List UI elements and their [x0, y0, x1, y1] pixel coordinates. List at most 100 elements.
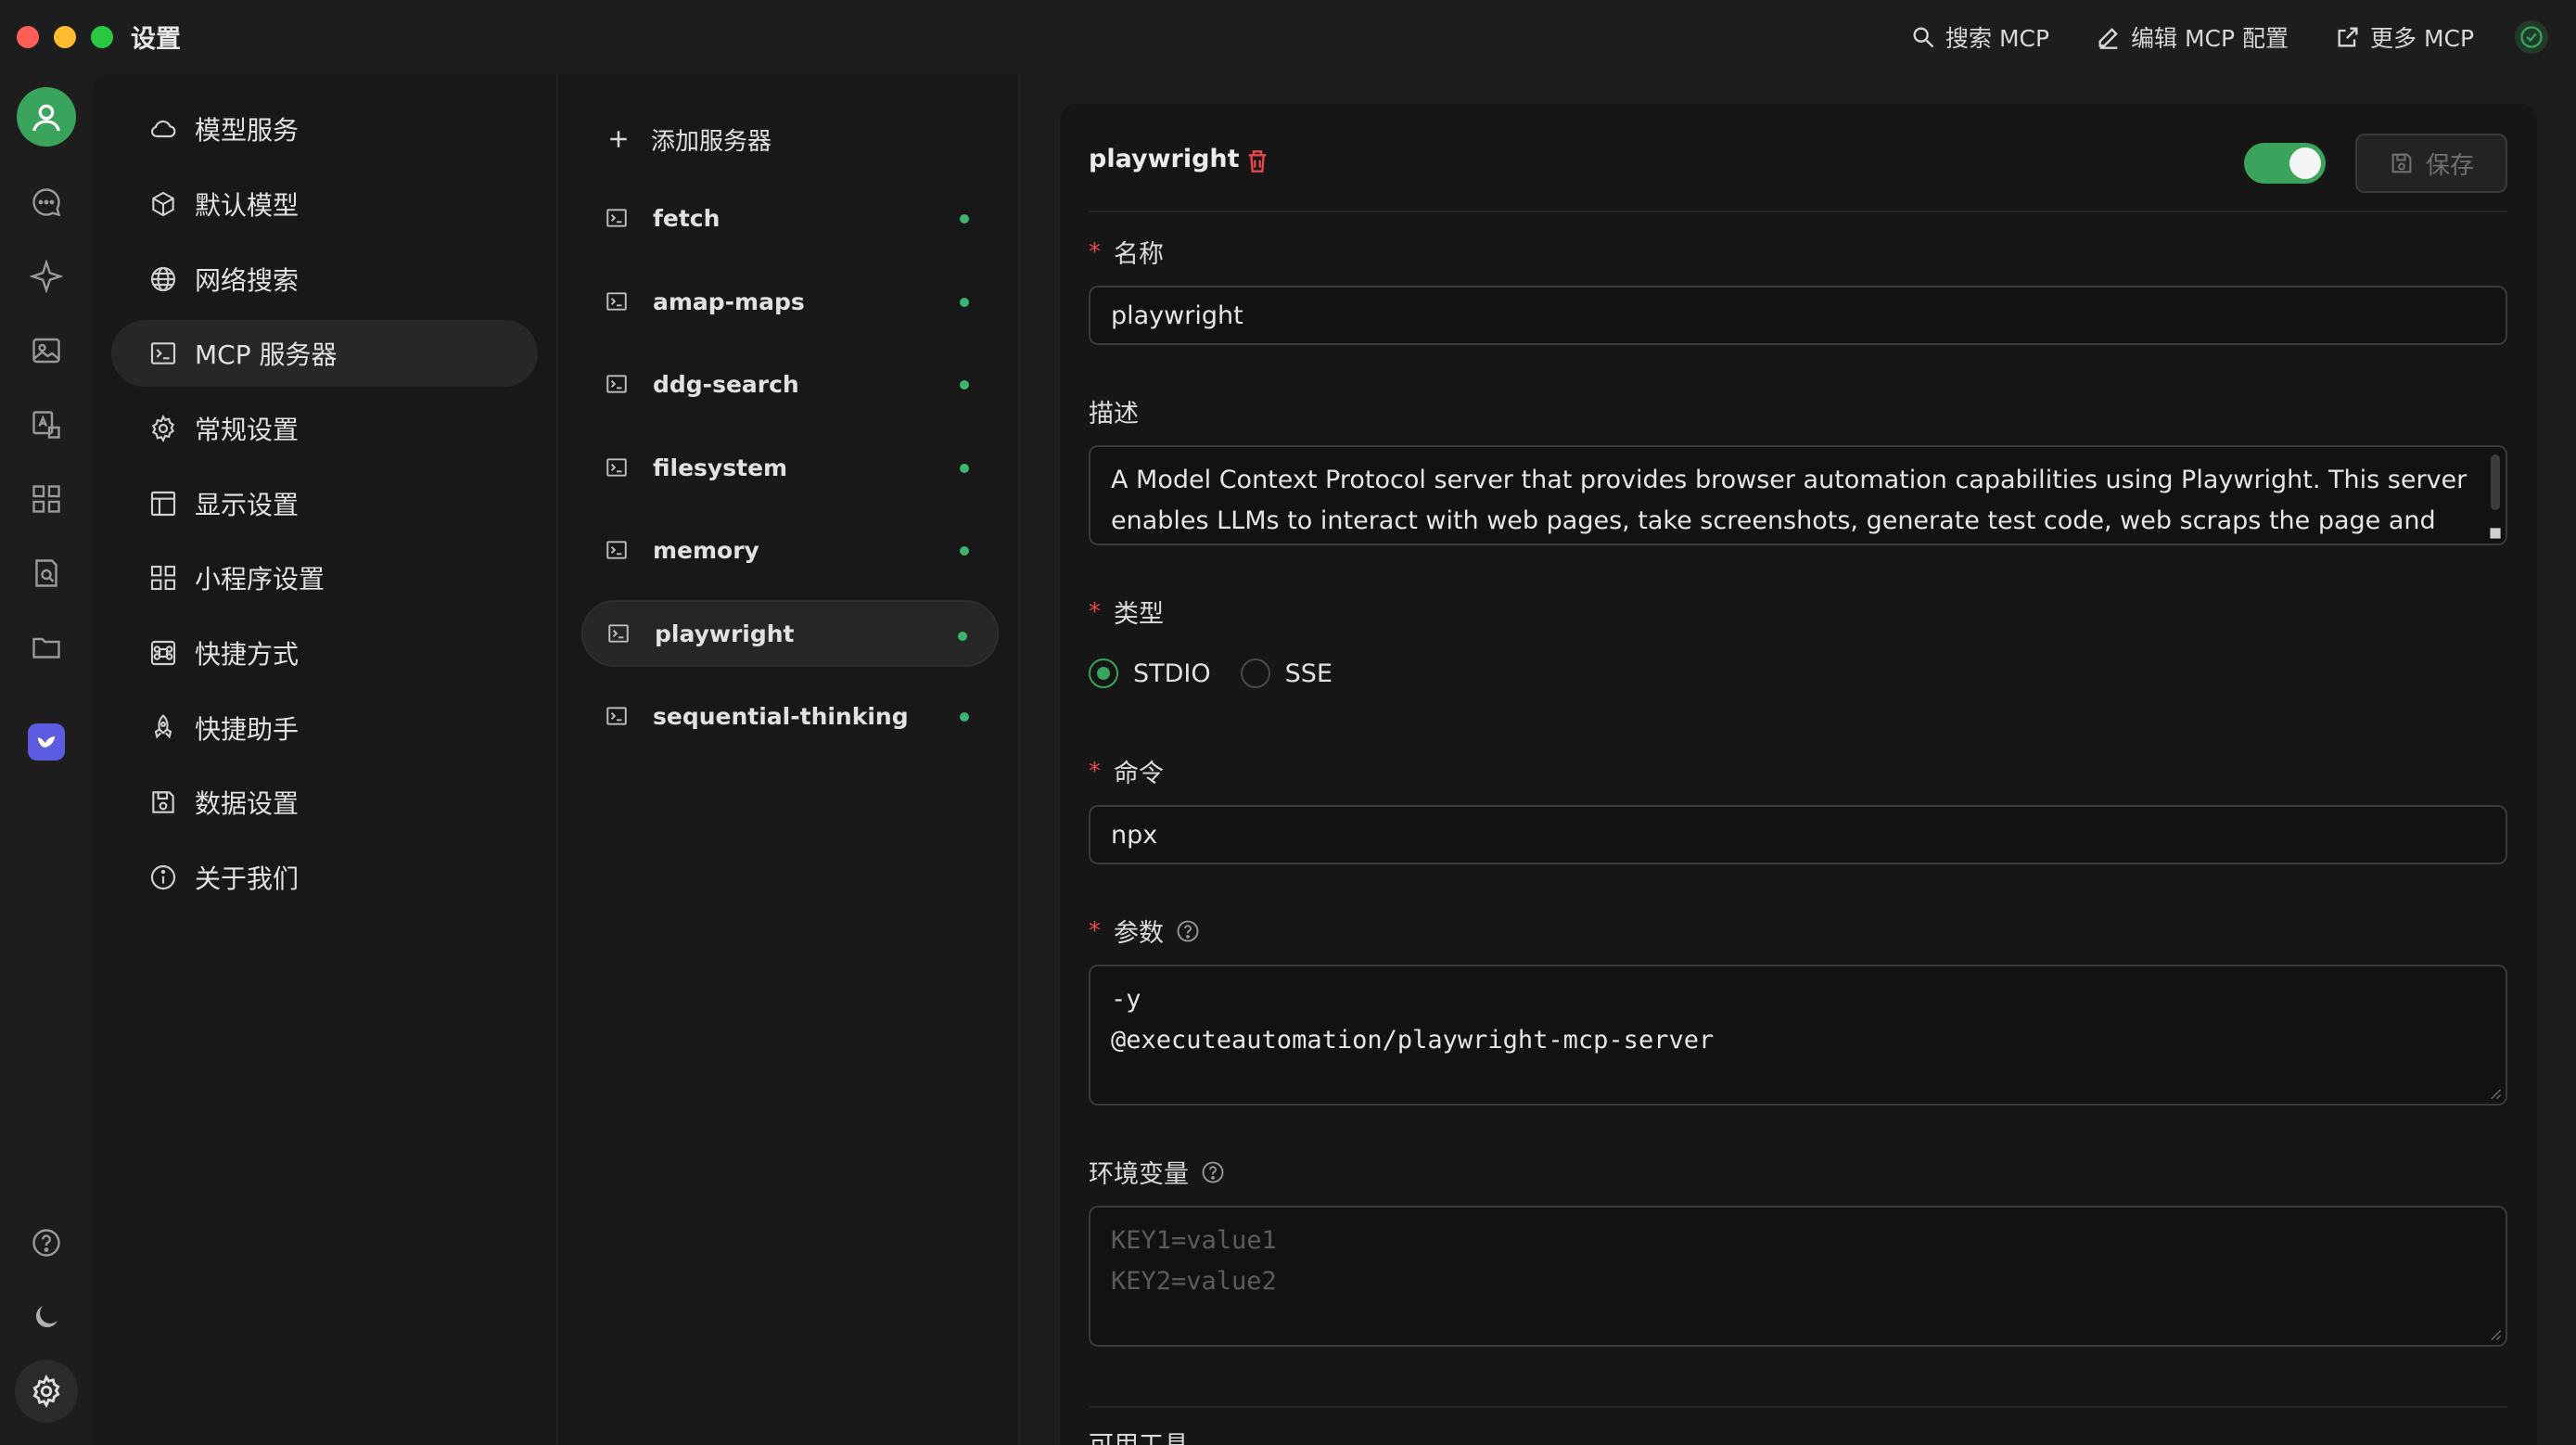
terminal-icon	[606, 458, 627, 477]
args-line: -y	[1111, 985, 1141, 1014]
nav-item-mcp-servers[interactable]: MCP 服务器	[111, 320, 538, 387]
zoom-window-button[interactable]	[91, 26, 113, 48]
command-input[interactable]: npx	[1089, 805, 2507, 864]
server-name: amap-maps	[653, 288, 805, 315]
rail-apps-button[interactable]	[20, 473, 72, 525]
rail-help-button[interactable]	[20, 1217, 72, 1269]
search-mcp-button[interactable]: 搜索 MCP	[1910, 19, 2049, 56]
rail-image-button[interactable]	[20, 325, 72, 377]
server-item-fetch[interactable]: fetch	[581, 185, 999, 251]
radio-selected[interactable]	[1089, 659, 1118, 688]
server-item-filesystem[interactable]: filesystem	[581, 434, 999, 501]
rail-theme-button[interactable]	[20, 1291, 72, 1343]
type-option-sse[interactable]: SSE	[1240, 659, 1333, 688]
rail-settings-button[interactable]	[15, 1360, 78, 1423]
rail-chat-button[interactable]	[20, 176, 72, 228]
resize-handle-icon[interactable]	[2489, 1328, 2502, 1341]
globe-icon	[150, 266, 176, 292]
command-icon	[150, 640, 176, 666]
nav-item-model-service[interactable]: 模型服务	[111, 96, 538, 162]
rail-translate-button[interactable]	[20, 399, 72, 451]
resize-handle-icon[interactable]	[2489, 1087, 2502, 1100]
minimize-window-button[interactable]	[54, 26, 76, 48]
help-circle-icon[interactable]	[1175, 918, 1201, 944]
folder-icon	[32, 637, 60, 659]
status-dot	[960, 464, 969, 473]
terminal-icon	[150, 342, 176, 364]
more-mcp-label: 更多 MCP	[2370, 25, 2475, 52]
status-check-icon[interactable]	[2515, 20, 2548, 54]
external-link-icon	[2338, 27, 2358, 47]
server-item-ddg-search[interactable]: ddg-search	[581, 351, 999, 417]
textarea-scrollbar[interactable]	[2491, 454, 2500, 510]
sparkle-icon	[30, 260, 63, 293]
save-icon	[2391, 153, 2412, 173]
tools-divider	[1089, 1406, 2507, 1408]
nav-item-quick-assistant[interactable]: 快捷助手	[111, 695, 538, 761]
rail-mini-app-button[interactable]	[28, 723, 65, 761]
document-search-icon	[35, 559, 57, 587]
type-label: * 类型	[1089, 594, 1164, 630]
mcp-server-list: 添加服务器 fetch amap-maps ddg-search filesys…	[556, 74, 1020, 1445]
args-label: * 参数	[1089, 913, 1201, 949]
nav-item-default-model[interactable]: 默认模型	[111, 171, 538, 237]
server-item-playwright[interactable]: playwright	[581, 600, 999, 667]
command-label: * 命令	[1089, 753, 1164, 789]
args-textarea[interactable]: -y @executeautomation/playwright-mcp-ser…	[1089, 965, 2507, 1106]
title-bar: 设置 搜索 MCP 编辑 MCP 配置 更多 MCP	[0, 0, 2576, 74]
settings-nav: 模型服务 默认模型 网络搜索 MCP 服务器 常规设置 显示设置 小程序设置 快…	[93, 74, 556, 1445]
server-item-amap-maps[interactable]: amap-maps	[581, 268, 999, 335]
nav-item-general-settings[interactable]: 常规设置	[111, 395, 538, 462]
info-icon	[150, 864, 176, 890]
server-enabled-toggle[interactable]	[2244, 143, 2326, 184]
status-dot	[960, 546, 969, 556]
nav-item-data-settings[interactable]: 数据设置	[111, 769, 538, 836]
image-icon	[32, 338, 60, 364]
avatar[interactable]	[17, 87, 76, 147]
nav-item-label: 关于我们	[195, 863, 300, 894]
description-textarea[interactable]: A Model Context Protocol server that pro…	[1089, 445, 2507, 545]
more-mcp-button[interactable]: 更多 MCP	[2335, 19, 2474, 56]
rail-knowledge-button[interactable]	[20, 547, 72, 599]
trash-icon[interactable]	[1243, 147, 1272, 176]
radio-unselected[interactable]	[1240, 659, 1270, 688]
name-input[interactable]: playwright	[1089, 286, 2507, 345]
server-name: playwright	[655, 620, 795, 647]
close-window-button[interactable]	[17, 26, 39, 48]
name-input-value: playwright	[1111, 301, 1243, 330]
help-circle-icon[interactable]	[1200, 1159, 1226, 1185]
bird-app-icon	[37, 736, 56, 748]
search-icon	[1913, 27, 1934, 48]
server-item-memory[interactable]: memory	[581, 517, 999, 583]
terminal-icon	[606, 541, 627, 559]
description-value: A Model Context Protocol server that pro…	[1111, 466, 2468, 535]
toggle-knob	[2289, 147, 2321, 179]
pencil-icon	[2098, 28, 2118, 49]
edit-mcp-config-button[interactable]: 编辑 MCP 配置	[2096, 19, 2289, 56]
resize-handle-icon[interactable]	[2489, 527, 2502, 540]
search-mcp-label: 搜索 MCP	[1945, 25, 2050, 52]
type-option-stdio[interactable]: STDIO	[1089, 659, 1211, 688]
server-name: memory	[653, 536, 759, 564]
rail-files-button[interactable]	[20, 621, 72, 673]
nav-item-display-settings[interactable]: 显示设置	[111, 470, 538, 537]
nav-item-mini-app-settings[interactable]: 小程序设置	[111, 544, 538, 611]
server-name: sequential-thinking	[653, 702, 909, 730]
rail-agents-button[interactable]	[20, 250, 72, 302]
nav-item-shortcuts[interactable]: 快捷方式	[111, 620, 538, 686]
chat-bubble-icon	[32, 188, 61, 217]
server-item-sequential-thinking[interactable]: sequential-thinking	[581, 683, 999, 749]
nav-item-label: MCP 服务器	[195, 339, 338, 370]
description-label-text: 描述	[1089, 400, 1139, 428]
add-server-button[interactable]: 添加服务器	[605, 111, 772, 167]
env-label: 环境变量	[1089, 1154, 1226, 1190]
server-name: fetch	[653, 204, 721, 232]
required-marker: *	[1089, 237, 1101, 266]
nav-item-web-search[interactable]: 网络搜索	[111, 246, 538, 313]
command-label-text: 命令	[1114, 760, 1164, 788]
save-button[interactable]: 保存	[2355, 134, 2507, 193]
nav-item-about[interactable]: 关于我们	[111, 844, 538, 911]
server-title: playwright	[1089, 145, 1240, 173]
type-label-text: 类型	[1114, 600, 1164, 629]
env-textarea[interactable]: KEY1=value1 KEY2=value2	[1089, 1206, 2507, 1347]
